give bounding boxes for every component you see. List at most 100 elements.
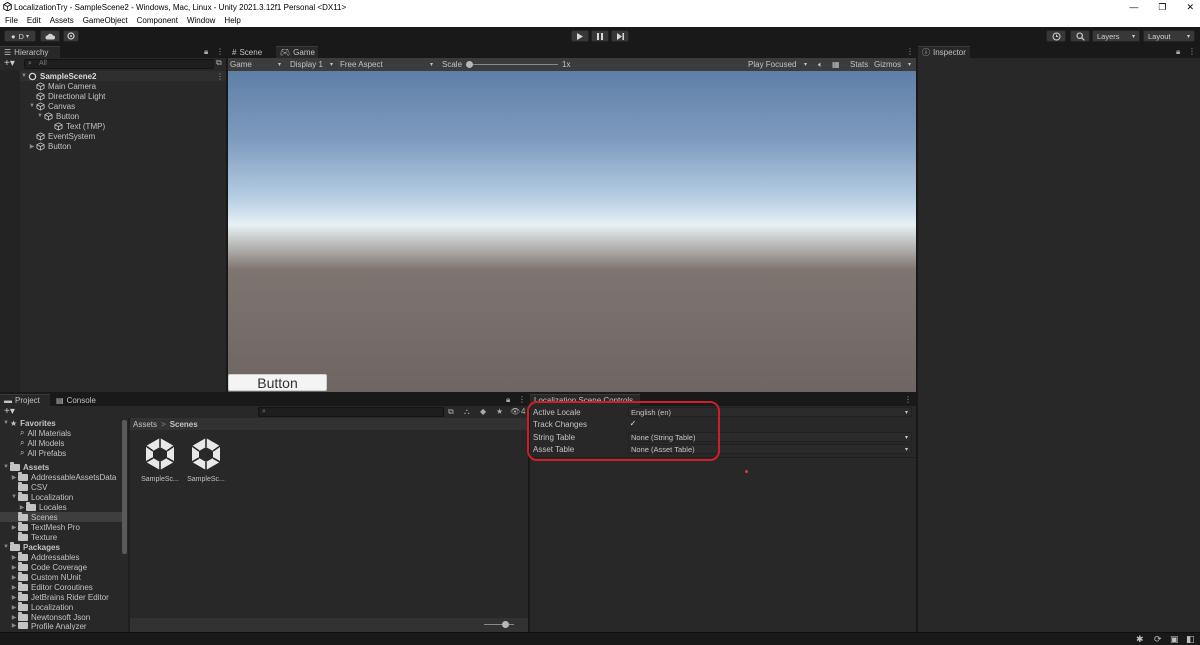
search-filter-icon[interactable]: ⧉ bbox=[448, 407, 454, 417]
account-dropdown[interactable]: ● D ▾ bbox=[4, 30, 36, 42]
hierarchy-item[interactable]: ▼ Canvas bbox=[28, 101, 75, 111]
fold-arrow-icon[interactable]: ▼ bbox=[20, 73, 28, 79]
hierarchy-scene-row[interactable]: ▼ SampleScene2 ⋮ bbox=[20, 71, 226, 81]
fold-arrow-icon[interactable]: ▶ bbox=[10, 574, 18, 581]
maximize-button[interactable]: ❐ bbox=[1158, 2, 1166, 13]
kebab-menu-icon[interactable]: ⋮ bbox=[216, 72, 224, 81]
folder-item[interactable]: ▼ Localization bbox=[10, 491, 73, 502]
gizmos-dropdown[interactable]: Gizmos ▾ bbox=[874, 59, 914, 70]
icon-size-slider-handle[interactable] bbox=[502, 621, 509, 628]
hierarchy-item[interactable]: Text (TMP) bbox=[54, 121, 105, 131]
step-button[interactable] bbox=[611, 30, 629, 42]
folder-item[interactable]: CSV bbox=[18, 481, 47, 492]
close-button[interactable]: ✕ bbox=[1186, 2, 1194, 13]
cloud-button[interactable] bbox=[40, 30, 60, 42]
hierarchy-item[interactable]: EventSystem bbox=[36, 131, 95, 141]
scale-slider-handle[interactable] bbox=[466, 61, 473, 68]
layers-dropdown[interactable]: Layers ▾ bbox=[1092, 30, 1140, 42]
kebab-menu-icon[interactable]: ⋮ bbox=[216, 47, 224, 56]
package-item[interactable]: ▶ Addressables bbox=[10, 551, 79, 562]
hierarchy-item[interactable]: ▼ Button bbox=[36, 111, 79, 121]
icon-size-slider-track[interactable] bbox=[484, 624, 514, 625]
package-item[interactable]: ▶ JetBrains Rider Editor bbox=[10, 591, 109, 602]
package-item[interactable]: ▶ Profile Analyzer bbox=[10, 622, 87, 630]
fold-arrow-icon[interactable]: ▶ bbox=[10, 614, 18, 621]
scene-asset[interactable]: SampleSc... bbox=[140, 436, 180, 488]
folder-item[interactable]: ▶ TextMesh Pro bbox=[10, 521, 80, 532]
tree-scrollbar[interactable] bbox=[122, 420, 127, 554]
breadcrumb-assets[interactable]: Assets bbox=[133, 420, 157, 429]
fold-arrow-icon[interactable]: ▼ bbox=[36, 113, 44, 119]
folder-item[interactable]: ▶ Locales bbox=[18, 501, 67, 512]
fold-arrow-icon[interactable]: ▼ bbox=[2, 464, 10, 470]
folder-item-selected[interactable]: Scenes bbox=[0, 511, 122, 522]
lock-icon[interactable]: 🔒︎ bbox=[1176, 47, 1180, 57]
fold-arrow-icon[interactable]: ▼ bbox=[10, 494, 18, 500]
fold-arrow-icon[interactable]: ▶ bbox=[10, 554, 18, 561]
menu-window[interactable]: Window bbox=[187, 16, 215, 25]
menu-component[interactable]: Component bbox=[137, 16, 178, 25]
display-mode-dropdown[interactable]: Game ▾ bbox=[230, 59, 284, 70]
minimize-button[interactable]: — bbox=[1129, 2, 1138, 12]
layout-dropdown[interactable]: Layout ▾ bbox=[1143, 30, 1195, 42]
fold-arrow-icon[interactable]: ▶ bbox=[10, 622, 18, 629]
tab-project[interactable]: ▬ Project bbox=[0, 394, 50, 406]
fold-arrow-icon[interactable]: ▼ bbox=[2, 544, 10, 550]
breadcrumb-scenes[interactable]: Scenes bbox=[170, 420, 198, 429]
fold-arrow-icon[interactable]: ▼ bbox=[28, 103, 36, 109]
bug-icon[interactable]: ✱ bbox=[1136, 634, 1144, 645]
play-button[interactable] bbox=[571, 30, 589, 42]
search-button[interactable] bbox=[1070, 30, 1090, 42]
menu-gameobject[interactable]: GameObject bbox=[83, 16, 128, 25]
progress-icon[interactable]: ⟳ bbox=[1154, 634, 1162, 645]
fold-arrow-icon[interactable]: ▶ bbox=[10, 564, 18, 571]
favorite-item[interactable]: ⌕ All Prefabs bbox=[20, 448, 66, 458]
menu-assets[interactable]: Assets bbox=[50, 16, 74, 25]
display-dropdown[interactable]: Display 1 ▾ bbox=[290, 59, 336, 70]
packages-root-row[interactable]: ▼ Packages bbox=[2, 541, 60, 552]
tab-inspector[interactable]: ⓘ Inspector bbox=[918, 46, 970, 58]
aspect-dropdown[interactable]: Free Aspect ▾ bbox=[340, 59, 436, 70]
fold-arrow-icon[interactable]: ▼ bbox=[2, 420, 10, 426]
scene-filter-icon[interactable]: ⧉ bbox=[216, 58, 222, 68]
hierarchy-item[interactable]: Directional Light bbox=[36, 91, 105, 101]
kebab-menu-icon[interactable]: ⋮ bbox=[518, 395, 526, 404]
hierarchy-item[interactable]: Main Camera bbox=[36, 81, 96, 91]
fold-arrow-icon[interactable]: ▶ bbox=[10, 474, 18, 481]
lock-icon[interactable]: 🔒︎ bbox=[204, 47, 208, 57]
add-icon[interactable]: +▾ bbox=[4, 58, 15, 69]
scale-slider-track[interactable] bbox=[466, 64, 558, 65]
package-item[interactable]: ▶ Custom NUnit bbox=[10, 571, 81, 582]
favorites-row[interactable]: ▼ ★ Favorites bbox=[2, 418, 56, 428]
package-item[interactable]: ▶ Code Coverage bbox=[10, 561, 87, 572]
folder-item[interactable]: Texture bbox=[18, 531, 57, 542]
collab-button[interactable] bbox=[63, 30, 79, 42]
fold-arrow-icon[interactable]: ▶ bbox=[10, 584, 18, 591]
favorite-item[interactable]: ⌕ All Models bbox=[20, 438, 64, 448]
game-viewport[interactable]: Button bbox=[228, 71, 916, 392]
stats-button[interactable]: Stats bbox=[850, 59, 868, 70]
menu-help[interactable]: Help bbox=[224, 16, 240, 25]
pause-button[interactable] bbox=[591, 30, 609, 42]
favorite-star-icon[interactable]: ★ bbox=[496, 407, 503, 416]
tab-console[interactable]: ▤ Console bbox=[52, 394, 102, 406]
hierarchy-search-input[interactable]: ⌕ All bbox=[24, 59, 214, 69]
history-button[interactable] bbox=[1046, 30, 1066, 42]
tab-game[interactable]: 🎮︎ Game bbox=[276, 46, 318, 58]
favorite-item[interactable]: ⌕ All Materials bbox=[20, 428, 71, 438]
fold-arrow-icon[interactable]: ▶ bbox=[10, 524, 18, 531]
fold-arrow-icon[interactable]: ▶ bbox=[10, 594, 18, 601]
fold-arrow-icon[interactable]: ▶ bbox=[28, 143, 36, 150]
project-search-input[interactable]: ⌕ bbox=[258, 407, 444, 417]
tab-scene[interactable]: # Scene bbox=[228, 46, 274, 58]
lock-icon[interactable]: 🔒︎ bbox=[506, 395, 510, 405]
hidden-packages-icon[interactable]: 👁︎ bbox=[510, 407, 520, 416]
package-item[interactable]: ▶ Newtonsoft Json bbox=[10, 611, 90, 622]
audio-mute-icon[interactable]: 🔈︎ bbox=[818, 59, 823, 70]
package-item[interactable]: ▶ Localization bbox=[10, 601, 73, 612]
kebab-menu-icon[interactable]: ⋮ bbox=[904, 395, 912, 404]
package-item[interactable]: ▶ Editor Coroutines bbox=[10, 581, 93, 592]
folder-item[interactable]: ▶ AddressableAssetsData bbox=[10, 471, 116, 482]
background-tasks-icon[interactable]: ◧ bbox=[1186, 634, 1195, 645]
assets-root-row[interactable]: ▼ Assets bbox=[2, 461, 49, 472]
